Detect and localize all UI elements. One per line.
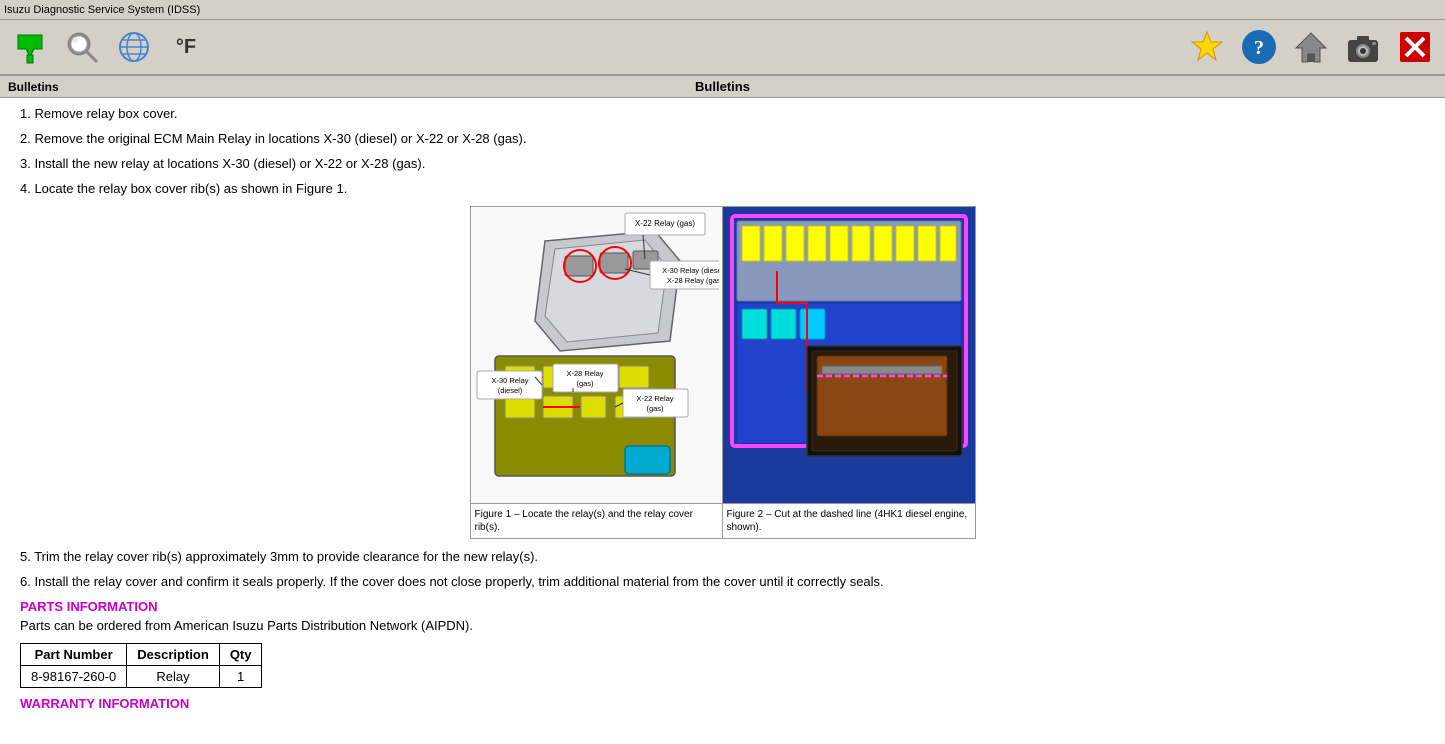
cell-qty: 1 (219, 666, 262, 688)
search-button[interactable] (60, 25, 104, 69)
figure-2-caption: Figure 2 – Cut at the dashed line (4HK1 … (723, 504, 975, 538)
download-button[interactable] (8, 25, 52, 69)
help-button[interactable]: ? (1237, 25, 1281, 69)
step-2: 2. Remove the original ECM Main Relay in… (20, 131, 1425, 146)
cell-description: Relay (127, 666, 220, 688)
step-5-text: 5. Trim the relay cover rib(s) approxima… (20, 549, 538, 564)
star-button[interactable] (1185, 25, 1229, 69)
svg-text:(gas): (gas) (576, 379, 594, 388)
step-6-text: 6. Install the relay cover and confirm i… (20, 574, 884, 589)
relay-cutaway-diagram (727, 211, 971, 496)
home-button[interactable] (1289, 25, 1333, 69)
step-2-text: 2. Remove the original ECM Main Relay in… (20, 131, 527, 146)
svg-text:X-30 Relay (diesel);: X-30 Relay (diesel); (662, 266, 719, 275)
figures-area: X-22 Relay (gas) X-30 Relay (diesel); X-… (20, 206, 1425, 539)
toolbar-left: °F (8, 25, 208, 69)
parts-heading: PARTS INFORMATION (20, 599, 1425, 614)
step-6: 6. Install the relay cover and confirm i… (20, 574, 1425, 589)
cell-part-number: 8-98167-260-0 (21, 666, 127, 688)
app-title: Isuzu Diagnostic Service System (IDSS) (4, 4, 200, 16)
step-4-text: 4. Locate the relay box cover rib(s) as … (20, 181, 347, 196)
step-4: 4. Locate the relay box cover rib(s) as … (20, 181, 1425, 196)
step-3: 3. Install the new relay at locations X-… (20, 156, 1425, 171)
col-description: Description (127, 644, 220, 666)
svg-text:X-28 Relay (gas): X-28 Relay (gas) (666, 276, 718, 285)
figure-1-image: X-22 Relay (gas) X-30 Relay (diesel); X-… (471, 207, 723, 503)
svg-text:(diesel): (diesel) (497, 386, 522, 395)
figures-captions: Figure 1 – Locate the relay(s) and the r… (471, 503, 975, 538)
figure-2-image (723, 207, 975, 503)
toolbar-right: ? (1185, 25, 1437, 69)
svg-text:?: ? (1254, 37, 1264, 59)
figure-1-container: X-22 Relay (gas) X-30 Relay (diesel); X-… (470, 206, 976, 539)
relay-box-diagram: X-22 Relay (gas) X-30 Relay (diesel); X-… (475, 211, 719, 496)
step-3-text: 3. Install the new relay at locations X-… (20, 156, 425, 171)
col-qty: Qty (219, 644, 262, 666)
toolbar: °F ? (0, 20, 1445, 76)
parts-text: Parts can be ordered from American Isuzu… (20, 618, 1425, 633)
menu-bar: Bulletins Bulletins (0, 76, 1445, 98)
figure-1-caption: Figure 1 – Locate the relay(s) and the r… (471, 504, 723, 538)
svg-text:X-28 Relay: X-28 Relay (566, 369, 603, 378)
step-5: 5. Trim the relay cover rib(s) approxima… (20, 549, 1425, 564)
svg-text:X-22 Relay: X-22 Relay (636, 394, 673, 403)
title-bar: Isuzu Diagnostic Service System (IDSS) (0, 0, 1445, 20)
temp-button[interactable]: °F (164, 25, 208, 69)
table-row: 8-98167-260-0 Relay 1 (21, 666, 262, 688)
svg-text:X-30 Relay: X-30 Relay (491, 376, 528, 385)
menu-center-label: Bulletins (695, 79, 750, 94)
parts-table: Part Number Description Qty 8-98167-260-… (20, 643, 262, 688)
close-button[interactable] (1393, 25, 1437, 69)
step-1-text: 1. Remove relay box cover. (20, 106, 178, 121)
warranty-heading: WARRANTY INFORMATION (20, 696, 1425, 711)
camera-button[interactable] (1341, 25, 1385, 69)
step-1: 1. Remove relay box cover. (20, 106, 1425, 121)
main-content: 1. Remove relay box cover. 2. Remove the… (0, 98, 1445, 742)
menu-left-label: Bulletins (8, 80, 59, 94)
network-button[interactable] (112, 25, 156, 69)
svg-text:(gas): (gas) (646, 404, 664, 413)
svg-text:X-22 Relay (gas): X-22 Relay (gas) (634, 219, 694, 228)
col-part-number: Part Number (21, 644, 127, 666)
